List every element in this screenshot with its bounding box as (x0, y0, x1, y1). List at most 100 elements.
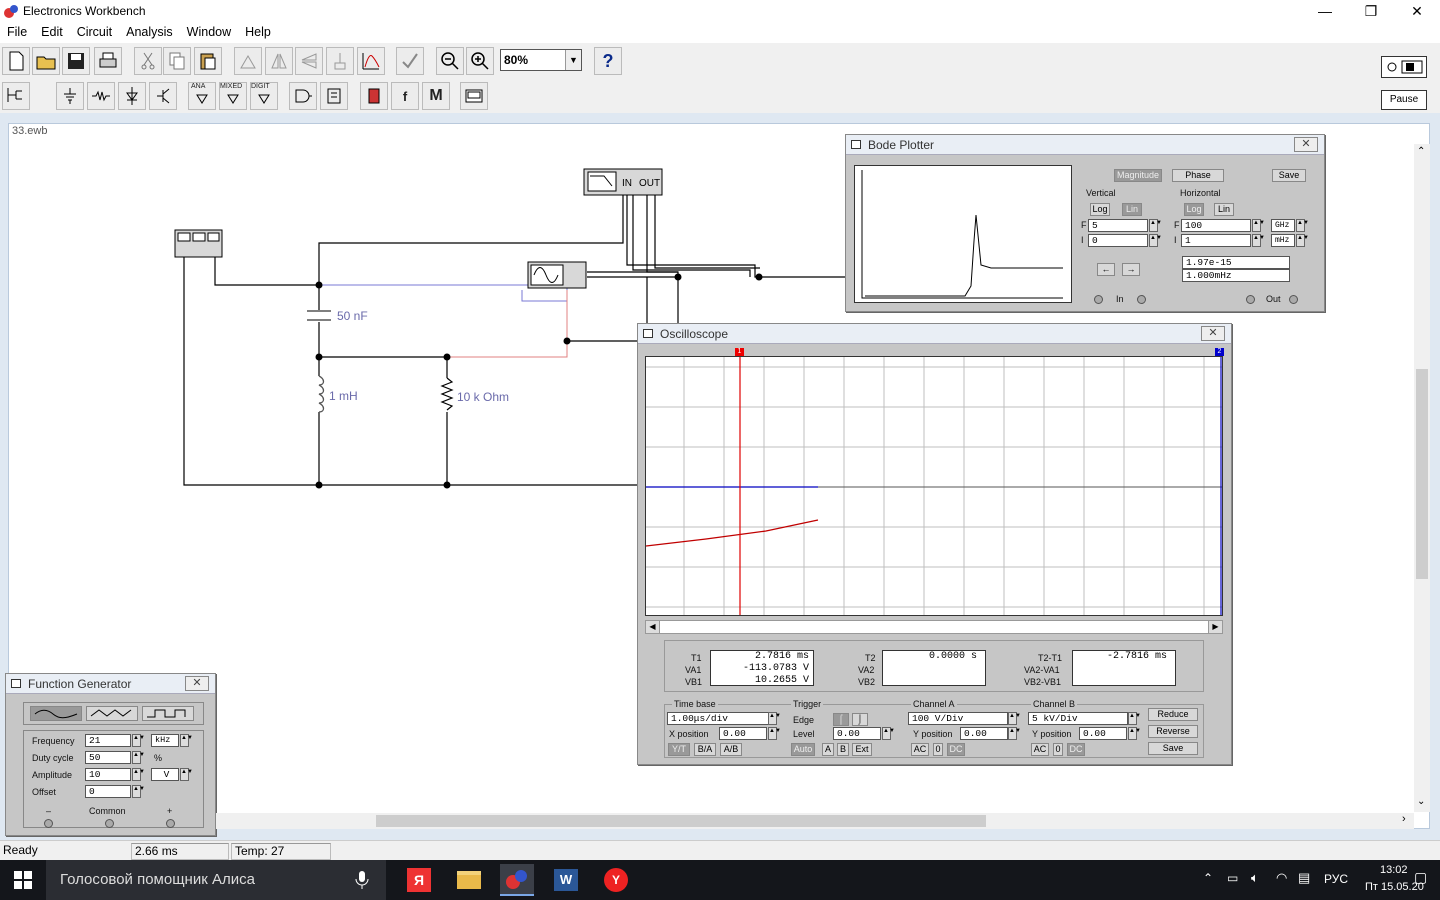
cursor-left-button[interactable]: ← (1097, 263, 1115, 276)
sine-wave-button[interactable] (30, 706, 82, 721)
stepper-icon[interactable]: ▲▼ (132, 768, 145, 781)
stepper-icon[interactable]: ▲▼ (1149, 219, 1162, 232)
trigger-b-button[interactable]: B (837, 743, 849, 756)
horizontal-final-unit[interactable]: GHz (1271, 219, 1295, 232)
volume-icon[interactable]: 🔈︎ (1251, 870, 1259, 886)
stepper-icon[interactable]: ▲▼ (1296, 219, 1309, 232)
horizontal-scrollbar[interactable]: › (216, 813, 1414, 829)
channel-a-ypos-input[interactable]: 0.00 (960, 727, 1008, 740)
scroll-up-icon[interactable]: ⌃ (1417, 146, 1425, 157)
scroll-left-icon[interactable]: ◀ (646, 621, 660, 633)
in-terminal-plus[interactable] (1137, 295, 1146, 304)
out-terminal-minus[interactable] (1246, 295, 1255, 304)
trigger-auto-button[interactable]: Auto (791, 743, 815, 756)
reduce-button[interactable]: Reduce (1148, 708, 1198, 721)
close-icon[interactable]: ✕ (185, 676, 209, 691)
rising-edge-icon[interactable]: ⌠ (833, 713, 849, 726)
stepper-icon[interactable]: ▲▼ (132, 734, 145, 747)
vertical-scroll-thumb[interactable] (1416, 369, 1428, 579)
bode-plotter-title-bar[interactable]: Bode Plotter ✕ (846, 135, 1324, 155)
stepper-icon[interactable]: ▲▼ (882, 727, 895, 740)
stepper-icon[interactable]: ▲▼ (1008, 727, 1021, 740)
cursor-2-marker[interactable]: 2 (1215, 348, 1224, 356)
phase-button[interactable]: Phase (1172, 169, 1224, 182)
stepper-icon[interactable]: ▲▼ (132, 785, 145, 798)
yandex-icon[interactable]: Y (599, 864, 633, 896)
close-icon[interactable]: ✕ (1294, 137, 1318, 152)
triangle-wave-button[interactable] (86, 706, 138, 721)
magnitude-button[interactable]: Magnitude (1114, 169, 1162, 182)
function-generator-title-bar[interactable]: Function Generator ✕ (6, 674, 215, 694)
yandex-browser-icon[interactable]: Я (402, 864, 436, 896)
bode-save-button[interactable]: Save (1272, 169, 1306, 182)
scroll-right-icon[interactable]: ▶ (1208, 621, 1222, 633)
offset-input[interactable]: 0 (85, 785, 131, 798)
electronics-workbench-task-icon[interactable] (500, 864, 534, 896)
yt-button[interactable]: Y/T (668, 743, 690, 756)
amplitude-input[interactable]: 10 (85, 768, 131, 781)
stepper-icon[interactable]: ▲▼ (180, 768, 193, 781)
stepper-icon[interactable]: ▲▼ (1008, 712, 1021, 725)
tray-chevron-icon[interactable]: ⌃ (1203, 871, 1213, 885)
vertical-initial-input[interactable]: 0 (1088, 234, 1148, 247)
wifi-icon[interactable]: ◠ (1276, 870, 1287, 886)
amplitude-unit-select[interactable]: V (151, 768, 179, 781)
language-indicator[interactable]: РУС (1324, 872, 1348, 886)
stepper-icon[interactable]: ▲▼ (768, 727, 781, 740)
vertical-log-button[interactable]: Log (1090, 203, 1110, 216)
scroll-down-icon[interactable]: ⌄ (1417, 796, 1425, 807)
trigger-level-input[interactable]: 0.00 (833, 727, 881, 740)
channel-a-scale-input[interactable]: 100 V/Div (908, 712, 1008, 725)
channel-a-ac-button[interactable]: AC (911, 743, 929, 756)
reverse-button[interactable]: Reverse (1148, 725, 1198, 738)
stepper-icon[interactable]: ▲▼ (132, 751, 145, 764)
minus-terminal[interactable] (44, 819, 53, 828)
cursor-1-marker[interactable]: 1 (735, 348, 744, 356)
horizontal-initial-unit[interactable]: mHz (1271, 234, 1295, 247)
timebase-input[interactable]: 1.00μs/div (667, 712, 771, 725)
stepper-icon[interactable]: ▲▼ (1296, 234, 1309, 247)
oscilloscope-title-bar[interactable]: Oscilloscope ✕ (638, 324, 1231, 344)
channel-b-ypos-input[interactable]: 0.00 (1079, 727, 1127, 740)
assistant-search-box[interactable]: Голосовой помощник Алиса (46, 860, 386, 900)
action-center-icon[interactable]: ▢ (1414, 869, 1427, 886)
frequency-input[interactable]: 21 (85, 734, 131, 747)
notification-icon[interactable]: ▤ (1298, 870, 1310, 886)
channel-b-ac-button[interactable]: AC (1031, 743, 1049, 756)
out-terminal-plus[interactable] (1289, 295, 1298, 304)
trigger-a-button[interactable]: A (822, 743, 834, 756)
stepper-icon[interactable]: ▲▼ (1252, 234, 1265, 247)
battery-icon[interactable]: ▭ (1227, 871, 1238, 885)
square-wave-button[interactable] (142, 706, 194, 721)
word-icon[interactable]: W (549, 864, 583, 896)
cursor-right-button[interactable]: → (1122, 263, 1140, 276)
channel-b-dc-button[interactable]: DC (1067, 743, 1085, 756)
stepper-icon[interactable]: ▲▼ (1128, 712, 1141, 725)
horizontal-scroll-thumb[interactable] (376, 815, 986, 827)
stepper-icon[interactable]: ▲▼ (1252, 219, 1265, 232)
channel-b-scale-input[interactable]: 5 kV/Div (1028, 712, 1128, 725)
close-icon[interactable]: ✕ (1201, 326, 1225, 341)
x-position-input[interactable]: 0.00 (719, 727, 767, 740)
common-terminal[interactable] (105, 819, 114, 828)
scroll-right-icon[interactable]: › (1402, 813, 1406, 825)
channel-b-zero-button[interactable]: 0 (1053, 743, 1063, 756)
ba-button[interactable]: B/A (694, 743, 716, 756)
stepper-icon[interactable]: ▲▼ (768, 712, 781, 725)
file-explorer-icon[interactable] (452, 864, 486, 896)
vertical-lin-button[interactable]: Lin (1122, 203, 1142, 216)
vertical-scrollbar[interactable]: ⌃ ⌄ (1414, 144, 1430, 812)
trigger-ext-button[interactable]: Ext (852, 743, 872, 756)
duty-cycle-input[interactable]: 50 (85, 751, 131, 764)
stepper-icon[interactable]: ▲▼ (1128, 727, 1141, 740)
falling-edge-icon[interactable]: ⌡ (852, 713, 868, 726)
horizontal-lin-button[interactable]: Lin (1214, 203, 1234, 216)
frequency-unit-select[interactable]: kHz (151, 734, 179, 747)
channel-a-dc-button[interactable]: DC (947, 743, 965, 756)
in-terminal-minus[interactable] (1094, 295, 1103, 304)
plus-terminal[interactable] (166, 819, 175, 828)
ab-button[interactable]: A/B (720, 743, 742, 756)
stepper-icon[interactable]: ▲▼ (1149, 234, 1162, 247)
scope-scrollbar[interactable]: ◀ ▶ (645, 620, 1223, 634)
channel-a-zero-button[interactable]: 0 (933, 743, 943, 756)
